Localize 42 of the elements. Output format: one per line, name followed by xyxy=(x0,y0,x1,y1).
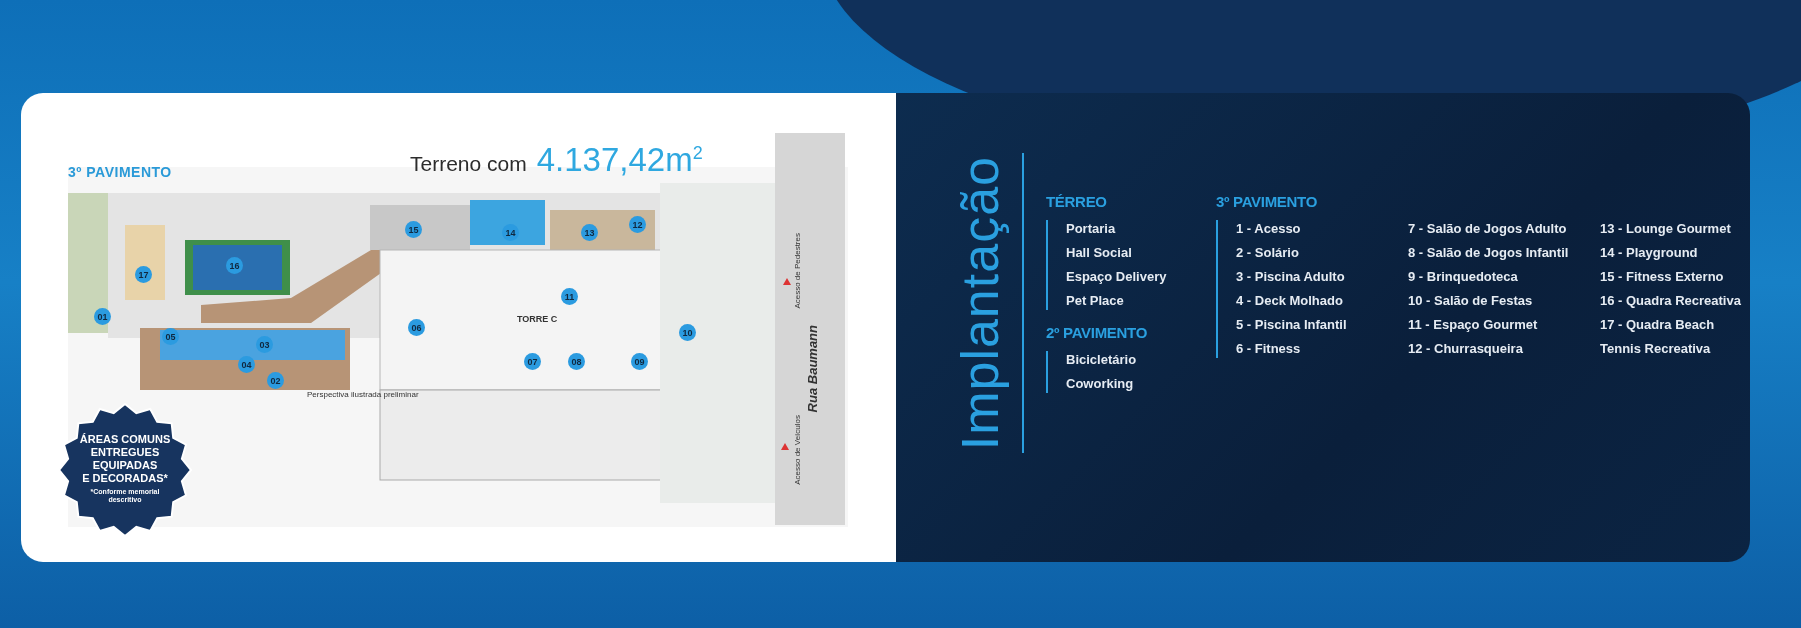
caption: Perspectiva ilustrada preliminar xyxy=(307,390,419,399)
legend-item: 17 - Quadra Beach xyxy=(1600,316,1716,334)
access-marker-icon xyxy=(781,443,789,450)
legend-item: Pet Place xyxy=(1066,292,1125,310)
legend-item: 7 - Salão de Jogos Adulto xyxy=(1408,220,1568,238)
legend-item: 11 - Espaço Gourmet xyxy=(1408,316,1539,334)
section-heading: 3º PAVIMENTO xyxy=(1216,193,1319,210)
access-marker-icon xyxy=(783,278,791,285)
legend-item: 6 - Fitness xyxy=(1236,340,1302,358)
legend-item: 1 - Acesso xyxy=(1236,220,1302,238)
legend-item: 10 - Salão de Festas xyxy=(1408,292,1534,310)
pedestrian-access-label: Acesso de Pedestres xyxy=(793,233,802,309)
badge-title: ENTREGUES xyxy=(90,446,160,459)
legend-item: Portaria xyxy=(1066,220,1117,238)
area-value: 4.137,42m$^{2}$ xyxy=(536,141,703,178)
area-label: Terreno com xyxy=(410,152,527,175)
legend-item: Coworking xyxy=(1066,375,1135,393)
legend-item: 14 - Playground xyxy=(1600,244,1699,262)
legend-item: 2 - Solário xyxy=(1236,244,1300,262)
legend-item: 15 - Fitness Externo xyxy=(1600,268,1725,286)
legend-item: 3 - Piscina Adulto xyxy=(1236,268,1346,286)
badge-title: EQUIPADAS xyxy=(92,459,158,472)
legend-title: Implantação xyxy=(950,155,1010,451)
floor-label: 3º PAVIMENTO xyxy=(68,164,172,180)
legend-item: 16 - Quadra Recreativa xyxy=(1600,292,1742,310)
vehicle-access-label: Acesso de Veículos xyxy=(793,415,802,485)
section-heading: 2º PAVIMENTO xyxy=(1046,324,1149,341)
legend-item: Hall Social xyxy=(1066,244,1133,262)
tower-label: TORRE C xyxy=(517,314,558,324)
legend-item: 9 - Brinquedoteca xyxy=(1408,268,1519,286)
legend-item: Bicicletário xyxy=(1066,351,1137,369)
legend-item: 13 - Lounge Gourmet xyxy=(1600,220,1732,238)
legend-item: Tennis Recreativa xyxy=(1600,340,1712,358)
legend-item: 12 - Churrasqueira xyxy=(1408,340,1524,358)
street-name: Rua Baumann xyxy=(805,325,820,413)
legend-item: 8 - Salão de Jogos Infantil xyxy=(1408,244,1570,262)
section-heading: TÉRREO xyxy=(1046,193,1108,210)
badge-title: E DECORADAS* xyxy=(82,472,168,485)
legend-item: Espaço Delivery xyxy=(1066,268,1167,286)
legend-item: 4 - Deck Molhado xyxy=(1236,292,1344,310)
legend-item: 5 - Piscina Infantil xyxy=(1236,316,1348,334)
badge-title: ÁREAS COMUNS xyxy=(79,433,171,446)
